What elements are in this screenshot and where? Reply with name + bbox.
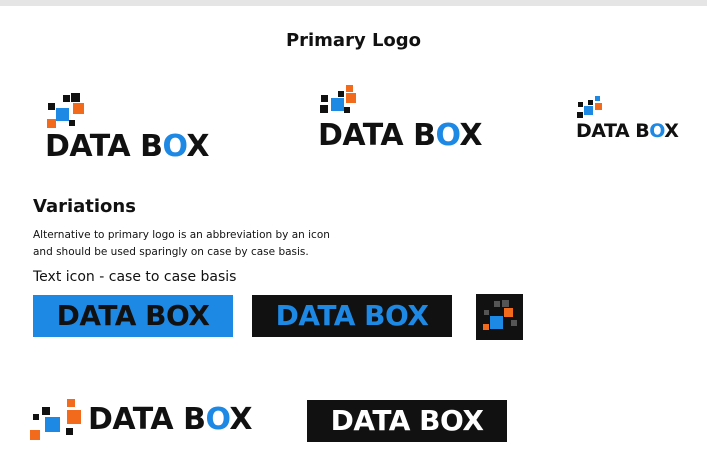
logo-square-icon (45, 417, 60, 432)
logo-square-icon (494, 301, 500, 307)
logo-square-icon (584, 106, 593, 115)
variations-heading: Variations (33, 196, 136, 217)
primary-logo-large: DATA BOX (45, 93, 230, 165)
logo-wordmark: DATA BOX (56, 299, 210, 332)
logo-wordmark: DATA BOX (88, 402, 253, 437)
logo-square-icon (595, 96, 600, 101)
logo-square-icon (346, 85, 353, 92)
logo-wordmark: DATA BOX (275, 299, 429, 332)
logo-square-icon (331, 98, 344, 111)
text-icon-black-bg: DATA BOX (252, 295, 452, 337)
logo-wordmark: DATA BOX (576, 120, 679, 142)
horizontal-logo: DATA BOX (30, 397, 275, 443)
text-icon-blue-bg: DATA BOX (33, 295, 233, 337)
logo-square-icon (484, 310, 489, 315)
logo-wordmark: DATA BOX (330, 404, 484, 437)
logo-square-icon (66, 428, 73, 435)
logo-square-icon (67, 410, 81, 424)
primary-logo-medium: DATA BOX (318, 85, 503, 155)
logo-square-icon (490, 316, 503, 329)
logo-square-icon (577, 112, 583, 118)
logo-square-icon (504, 308, 513, 317)
logo-wordmark: DATA BOX (45, 129, 210, 164)
logo-square-icon (483, 324, 489, 330)
logo-square-icon (511, 320, 517, 326)
logo-square-icon (73, 103, 84, 114)
logo-square-icon (346, 93, 356, 103)
logo-square-icon (320, 105, 328, 113)
logo-square-icon (48, 103, 55, 110)
logo-square-icon (578, 102, 583, 107)
logo-square-icon (47, 119, 56, 128)
logo-square-icon (71, 93, 80, 102)
primary-logo-small: DATA BOX (576, 96, 696, 144)
logo-square-icon (344, 107, 350, 113)
logo-square-icon (588, 100, 593, 105)
logo-square-icon (502, 300, 509, 307)
text-icon-label: Text icon - case to case basis (33, 269, 237, 285)
logo-square-icon (33, 414, 39, 420)
logo-square-icon (69, 120, 75, 126)
icon-only-black-bg (476, 294, 523, 340)
logo-square-icon (42, 407, 50, 415)
top-bar (0, 0, 707, 6)
logo-square-icon (321, 95, 328, 102)
logo-square-icon (595, 103, 602, 110)
logo-wordmark: DATA BOX (318, 118, 483, 153)
page-title: Primary Logo (285, 30, 422, 51)
logo-square-icon (338, 91, 344, 97)
logo-square-icon (63, 95, 70, 102)
logo-square-icon (67, 399, 75, 407)
variations-description: Alternative to primary logo is an abbrev… (33, 229, 330, 258)
logo-square-icon (56, 108, 69, 121)
text-icon-black-white: DATA BOX (307, 400, 507, 442)
logo-square-icon (30, 430, 40, 440)
